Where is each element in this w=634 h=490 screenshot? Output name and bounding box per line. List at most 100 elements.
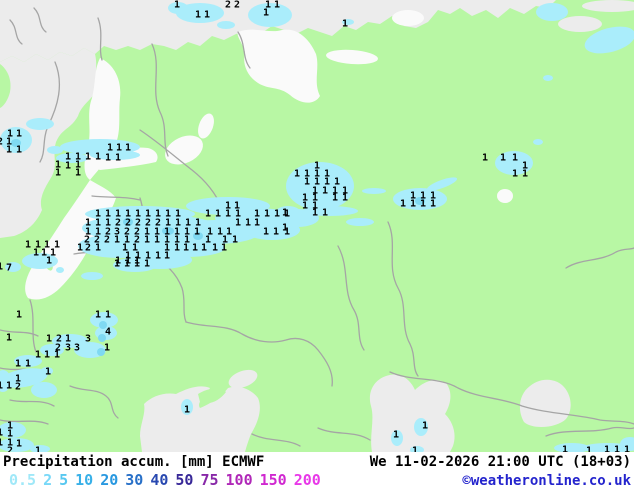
precip-value-marker: 1 bbox=[16, 310, 22, 321]
precip-value-marker: 1 bbox=[221, 243, 227, 254]
precip-value-marker: 2 bbox=[15, 382, 21, 393]
copyright: ©weatheronline.co.uk bbox=[462, 473, 631, 489]
precip-value-marker: 1 bbox=[195, 10, 201, 21]
precip-value-marker: 1 bbox=[254, 218, 260, 229]
precip-value-marker: 1 bbox=[342, 19, 348, 30]
precip-value-marker: 1 bbox=[174, 243, 180, 254]
precip-value-marker: 1 bbox=[115, 256, 121, 267]
precip-value-marker: 1 bbox=[6, 145, 12, 156]
precip-value-marker: 1 bbox=[125, 256, 131, 267]
precip-value-marker: 1 bbox=[264, 209, 270, 220]
precip-value-marker: 1 bbox=[332, 193, 338, 204]
precip-value-marker: 1 bbox=[282, 208, 288, 219]
precip-value-marker: 1 bbox=[16, 439, 22, 450]
precip-value-marker: 2 bbox=[0, 137, 3, 148]
precip-value-marker: 1 bbox=[201, 243, 207, 254]
precip-value-marker: 1 bbox=[274, 209, 280, 220]
map-footer: Precipitation accum. [mm] ECMWF We 11-02… bbox=[0, 452, 634, 490]
precip-value-marker: 1 bbox=[115, 153, 121, 164]
precip-patch bbox=[217, 21, 235, 29]
precip-value-marker: 1 bbox=[512, 153, 518, 164]
precip-value-marker: 1 bbox=[25, 240, 31, 251]
precip-value-marker: 1 bbox=[235, 218, 241, 229]
precip-legend: 0.5 2 5 10 20 30 40 50 75 100 150 200 bbox=[3, 471, 328, 489]
precip-patch bbox=[346, 218, 374, 226]
precip-patch bbox=[362, 188, 386, 194]
legend-value: 75 bbox=[200, 471, 219, 489]
precip-value-marker: 1 bbox=[46, 256, 52, 267]
precip-value-marker: 1 bbox=[342, 193, 348, 204]
precip-value-marker: 1 bbox=[35, 350, 41, 361]
precip-value-marker: 1 bbox=[25, 359, 31, 370]
precip-value-marker: 1 bbox=[95, 243, 101, 254]
precip-value-marker: 1 bbox=[164, 251, 170, 262]
precip-value-marker: 1 bbox=[104, 343, 110, 354]
precip-value-marker: 1 bbox=[212, 243, 218, 254]
precip-value-marker: 1 bbox=[204, 10, 210, 21]
precip-value-marker: 1 bbox=[400, 199, 406, 210]
precip-value-marker: 1 bbox=[304, 177, 310, 188]
legend-value: 20 bbox=[100, 471, 119, 489]
legend-value: 5 bbox=[59, 471, 69, 489]
precip-value-marker: 1 bbox=[0, 262, 3, 273]
precip-value-marker: 1 bbox=[604, 445, 610, 453]
precip-patch bbox=[81, 272, 103, 280]
precip-value-marker: 1 bbox=[45, 367, 51, 378]
precip-value-marker: 1 bbox=[282, 223, 288, 234]
precip-value-marker: 1 bbox=[624, 445, 630, 453]
precip-value-marker: 1 bbox=[205, 209, 211, 220]
precip-value-marker: 2 bbox=[104, 235, 110, 246]
precip-value-marker: 1 bbox=[55, 168, 61, 179]
precip-patch bbox=[56, 267, 64, 273]
precip-value-marker: 1 bbox=[75, 168, 81, 179]
precip-value-marker: 1 bbox=[77, 243, 83, 254]
precip-value-marker: 1 bbox=[184, 405, 190, 416]
precipitation-map: 1221111111121111111111111111111111111111… bbox=[0, 0, 634, 452]
precip-value-marker: 3 bbox=[85, 334, 91, 345]
caspian-lowland-west bbox=[369, 374, 455, 452]
precip-value-marker: 1 bbox=[194, 227, 200, 238]
precip-value-marker: 1 bbox=[144, 235, 150, 246]
precip-value-marker: 1 bbox=[312, 208, 318, 219]
precip-value-marker: 1 bbox=[6, 381, 12, 392]
precip-value-marker: 1 bbox=[274, 0, 280, 11]
valid-time: We 11-02-2026 21:00 UTC (18+03) bbox=[369, 454, 631, 470]
precip-value-marker: 1 bbox=[174, 0, 180, 11]
precip-value-marker: 1 bbox=[302, 201, 308, 212]
precip-value-marker: 1 bbox=[105, 310, 111, 321]
precip-value-marker: 1 bbox=[44, 350, 50, 361]
precip-value-marker: 1 bbox=[562, 445, 568, 453]
precip-value-marker: 1 bbox=[46, 334, 52, 345]
precip-value-marker: 1 bbox=[482, 153, 488, 164]
precip-value-marker: 1 bbox=[410, 199, 416, 210]
precip-value-marker: 1 bbox=[183, 243, 189, 254]
precip-value-marker: 1 bbox=[154, 235, 160, 246]
precip-value-marker: 1 bbox=[15, 359, 21, 370]
precip-value-marker: 1 bbox=[500, 153, 506, 164]
precip-value-marker: 2 bbox=[225, 0, 231, 11]
precip-value-marker: 1 bbox=[134, 256, 140, 267]
precip-value-marker: 1 bbox=[95, 152, 101, 163]
legend-value: 10 bbox=[75, 471, 94, 489]
precip-value-marker: 1 bbox=[294, 169, 300, 180]
precip-value-marker: 1 bbox=[225, 209, 231, 220]
small-lake bbox=[497, 189, 513, 203]
precip-value-marker: 1 bbox=[273, 227, 279, 238]
precip-value-marker: 1 bbox=[6, 333, 12, 344]
precip-value-marker: 1 bbox=[125, 143, 131, 154]
legend-value: 200 bbox=[293, 471, 321, 489]
precip-value-marker: 1 bbox=[95, 310, 101, 321]
precip-value-marker: 1 bbox=[422, 421, 428, 432]
precip-patch bbox=[31, 382, 57, 398]
precip-patch bbox=[26, 118, 54, 130]
precip-value-marker: 1 bbox=[232, 235, 238, 246]
precip-value-marker: 1 bbox=[155, 251, 161, 262]
precip-value-marker: 1 bbox=[114, 235, 120, 246]
precip-value-marker: 1 bbox=[105, 153, 111, 164]
precip-patch bbox=[543, 75, 553, 81]
chart-title: Precipitation accum. [mm] ECMWF bbox=[3, 454, 265, 470]
precip-value-marker: 1 bbox=[16, 129, 22, 140]
precip-value-marker: 1 bbox=[0, 438, 3, 449]
precip-value-marker: 1 bbox=[144, 259, 150, 270]
precip-value-marker: 1 bbox=[420, 199, 426, 210]
